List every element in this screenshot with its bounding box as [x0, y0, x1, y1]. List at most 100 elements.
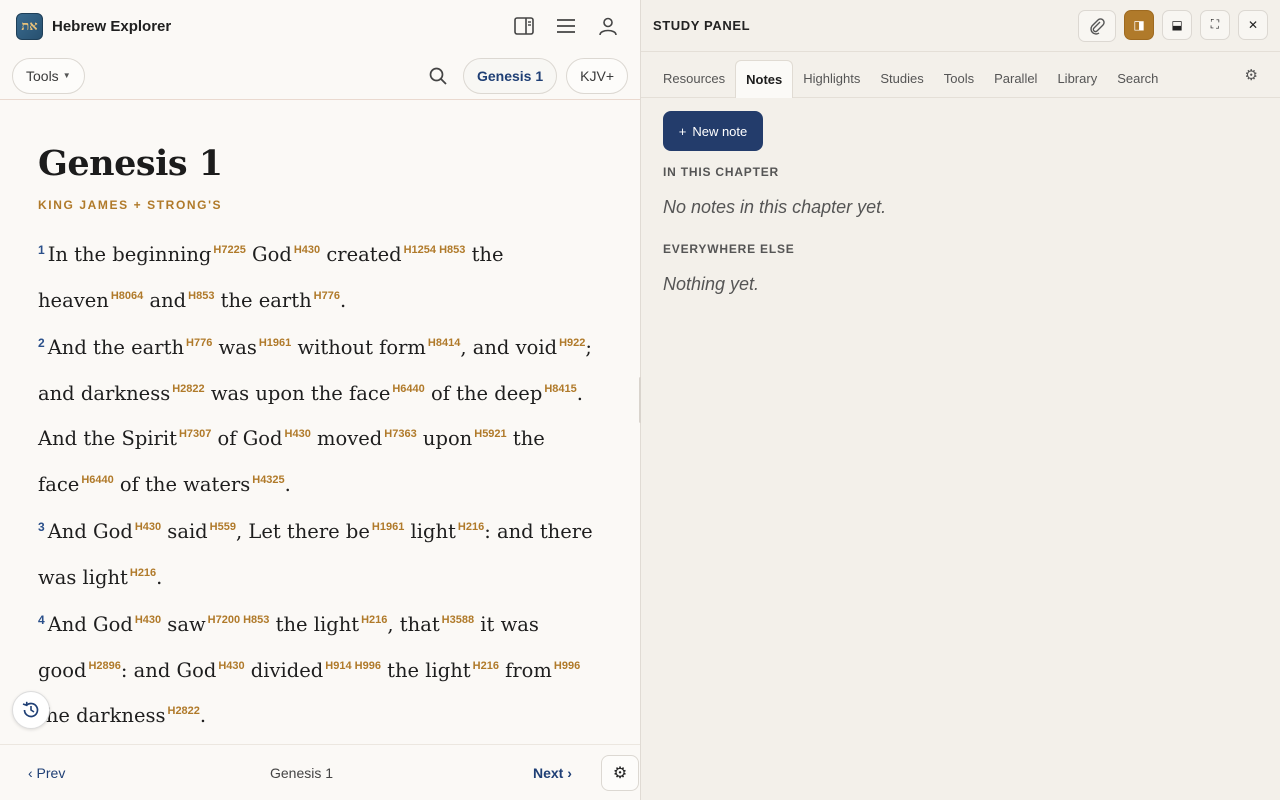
strongs-number[interactable]: H430	[294, 244, 320, 256]
verse-word[interactable]: .	[340, 289, 346, 312]
verse-word[interactable]: of God	[211, 427, 283, 450]
strongs-number[interactable]: H922	[559, 337, 585, 349]
verse-word[interactable]: In the beginning	[48, 243, 212, 266]
verse-word[interactable]: saw	[161, 613, 205, 636]
elsewhere-empty: Nothing yet.	[663, 274, 760, 294]
version-selector[interactable]: KJV+	[566, 57, 628, 94]
strongs-number[interactable]: H430	[135, 614, 161, 626]
strongs-number[interactable]: H853	[188, 290, 214, 302]
verse-number[interactable]: 1	[38, 243, 45, 257]
user-icon[interactable]	[592, 10, 624, 42]
new-note-button[interactable]: + New note	[663, 111, 763, 151]
close-button[interactable]: ✕	[1238, 9, 1268, 40]
verse-word[interactable]: the light	[269, 613, 360, 636]
strongs-number[interactable]: H2896	[88, 660, 120, 672]
strongs-number[interactable]: H559	[210, 521, 236, 533]
strongs-number[interactable]: H1254 H853	[404, 244, 466, 256]
prev-button[interactable]: ‹ Prev	[28, 765, 65, 781]
strongs-number[interactable]: H8415	[544, 383, 576, 395]
verse-word[interactable]: the light	[381, 659, 471, 682]
tab-parallel[interactable]: Parallel	[984, 60, 1047, 97]
strongs-number[interactable]: H430	[135, 521, 161, 533]
strongs-number[interactable]: H996	[554, 660, 580, 672]
strongs-number[interactable]: H7225	[213, 244, 245, 256]
strongs-number[interactable]: H5921	[474, 428, 506, 440]
verse-word[interactable]: created	[320, 243, 401, 266]
strongs-number[interactable]: H216	[130, 567, 156, 579]
strongs-number[interactable]: H2822	[172, 383, 204, 395]
fullscreen-button[interactable]: ⛶	[1200, 9, 1230, 40]
verse-word[interactable]: moved	[311, 427, 382, 450]
gear-icon[interactable]: ⚙	[1245, 66, 1258, 84]
search-icon[interactable]	[422, 60, 454, 92]
verse-word[interactable]: And God	[48, 520, 133, 543]
reader-settings-button[interactable]: ⚙	[601, 755, 639, 791]
verse: 3 And God H430 said H559, Let there be H1961…	[38, 507, 602, 598]
verse-word[interactable]: said	[161, 520, 207, 543]
verse-word[interactable]: And the earth	[48, 336, 184, 359]
verse-number[interactable]: 3	[38, 520, 45, 534]
verse-word[interactable]: from	[499, 659, 552, 682]
verse-word[interactable]: , that	[387, 613, 439, 636]
verse-word[interactable]: , and void	[460, 336, 557, 359]
verse-word[interactable]: God	[246, 243, 292, 266]
verse-word[interactable]: was	[212, 336, 257, 359]
verse-word[interactable]: of the deep	[425, 382, 542, 405]
chapter-selector[interactable]: Genesis 1	[462, 57, 558, 94]
strongs-number[interactable]: H4325	[252, 474, 284, 486]
strongs-number[interactable]: H3588	[442, 614, 474, 626]
strongs-number[interactable]: H8064	[111, 290, 143, 302]
verse-word[interactable]: divided	[245, 659, 324, 682]
strongs-number[interactable]: H430	[285, 428, 311, 440]
verse-word[interactable]: the darkness	[38, 704, 166, 727]
verse-word[interactable]: was upon the face	[205, 382, 391, 405]
plus-icon: +	[678, 123, 687, 139]
strongs-number[interactable]: H6440	[81, 474, 113, 486]
verse-word[interactable]: the earth	[214, 289, 312, 312]
app-logo: את	[16, 12, 43, 40]
verse-number[interactable]: 4	[38, 613, 45, 627]
strongs-number[interactable]: H216	[361, 614, 387, 626]
verse-word[interactable]: upon	[417, 427, 472, 450]
strongs-number[interactable]: H216	[473, 660, 499, 672]
history-button[interactable]	[12, 691, 50, 729]
strongs-number[interactable]: H776	[314, 290, 340, 302]
verse-word[interactable]: .	[200, 704, 206, 727]
strongs-number[interactable]: H8414	[428, 337, 460, 349]
strongs-number[interactable]: H430	[218, 660, 244, 672]
verse-word[interactable]: and	[143, 289, 186, 312]
verse-word[interactable]: : and God	[121, 659, 216, 682]
strongs-number[interactable]: H1961	[372, 521, 404, 533]
verse-word[interactable]: of the waters	[114, 473, 250, 496]
verse-word[interactable]: without form	[291, 336, 425, 359]
tab-highlights[interactable]: Highlights	[793, 60, 870, 97]
tab-notes[interactable]: Notes	[735, 60, 794, 98]
strongs-number[interactable]: H6440	[392, 383, 424, 395]
attach-button[interactable]	[1078, 9, 1116, 42]
strongs-number[interactable]: H776	[186, 337, 212, 349]
strongs-number[interactable]: H7307	[179, 428, 211, 440]
strongs-number[interactable]: H7363	[384, 428, 416, 440]
tab-resources[interactable]: Resources	[653, 60, 735, 97]
tools-dropdown[interactable]: Tools ▼	[12, 57, 85, 94]
tab-library[interactable]: Library	[1047, 60, 1107, 97]
verse-word[interactable]: , Let there be	[236, 520, 370, 543]
strongs-number[interactable]: H7200 H853	[208, 614, 270, 626]
verse-number[interactable]: 2	[38, 336, 45, 350]
tab-studies[interactable]: Studies	[870, 60, 933, 97]
panel-toggle-icon[interactable]	[508, 10, 540, 42]
strongs-number[interactable]: H914 H996	[325, 660, 381, 672]
tab-tools[interactable]: Tools	[934, 60, 984, 97]
verse-word[interactable]: light	[404, 520, 456, 543]
tab-search[interactable]: Search	[1107, 60, 1168, 97]
menu-icon[interactable]	[550, 10, 582, 42]
strongs-number[interactable]: H2822	[168, 705, 200, 717]
dock-right-button[interactable]: ◨	[1124, 9, 1154, 40]
strongs-number[interactable]: H1961	[259, 337, 291, 349]
strongs-number[interactable]: H216	[458, 521, 484, 533]
verse-word[interactable]: .	[285, 473, 291, 496]
verse-word[interactable]: And God	[48, 613, 133, 636]
dock-bottom-button[interactable]: ⬓	[1162, 9, 1192, 40]
verse-word[interactable]: .	[156, 566, 162, 589]
next-button[interactable]: Next ›	[533, 765, 572, 781]
